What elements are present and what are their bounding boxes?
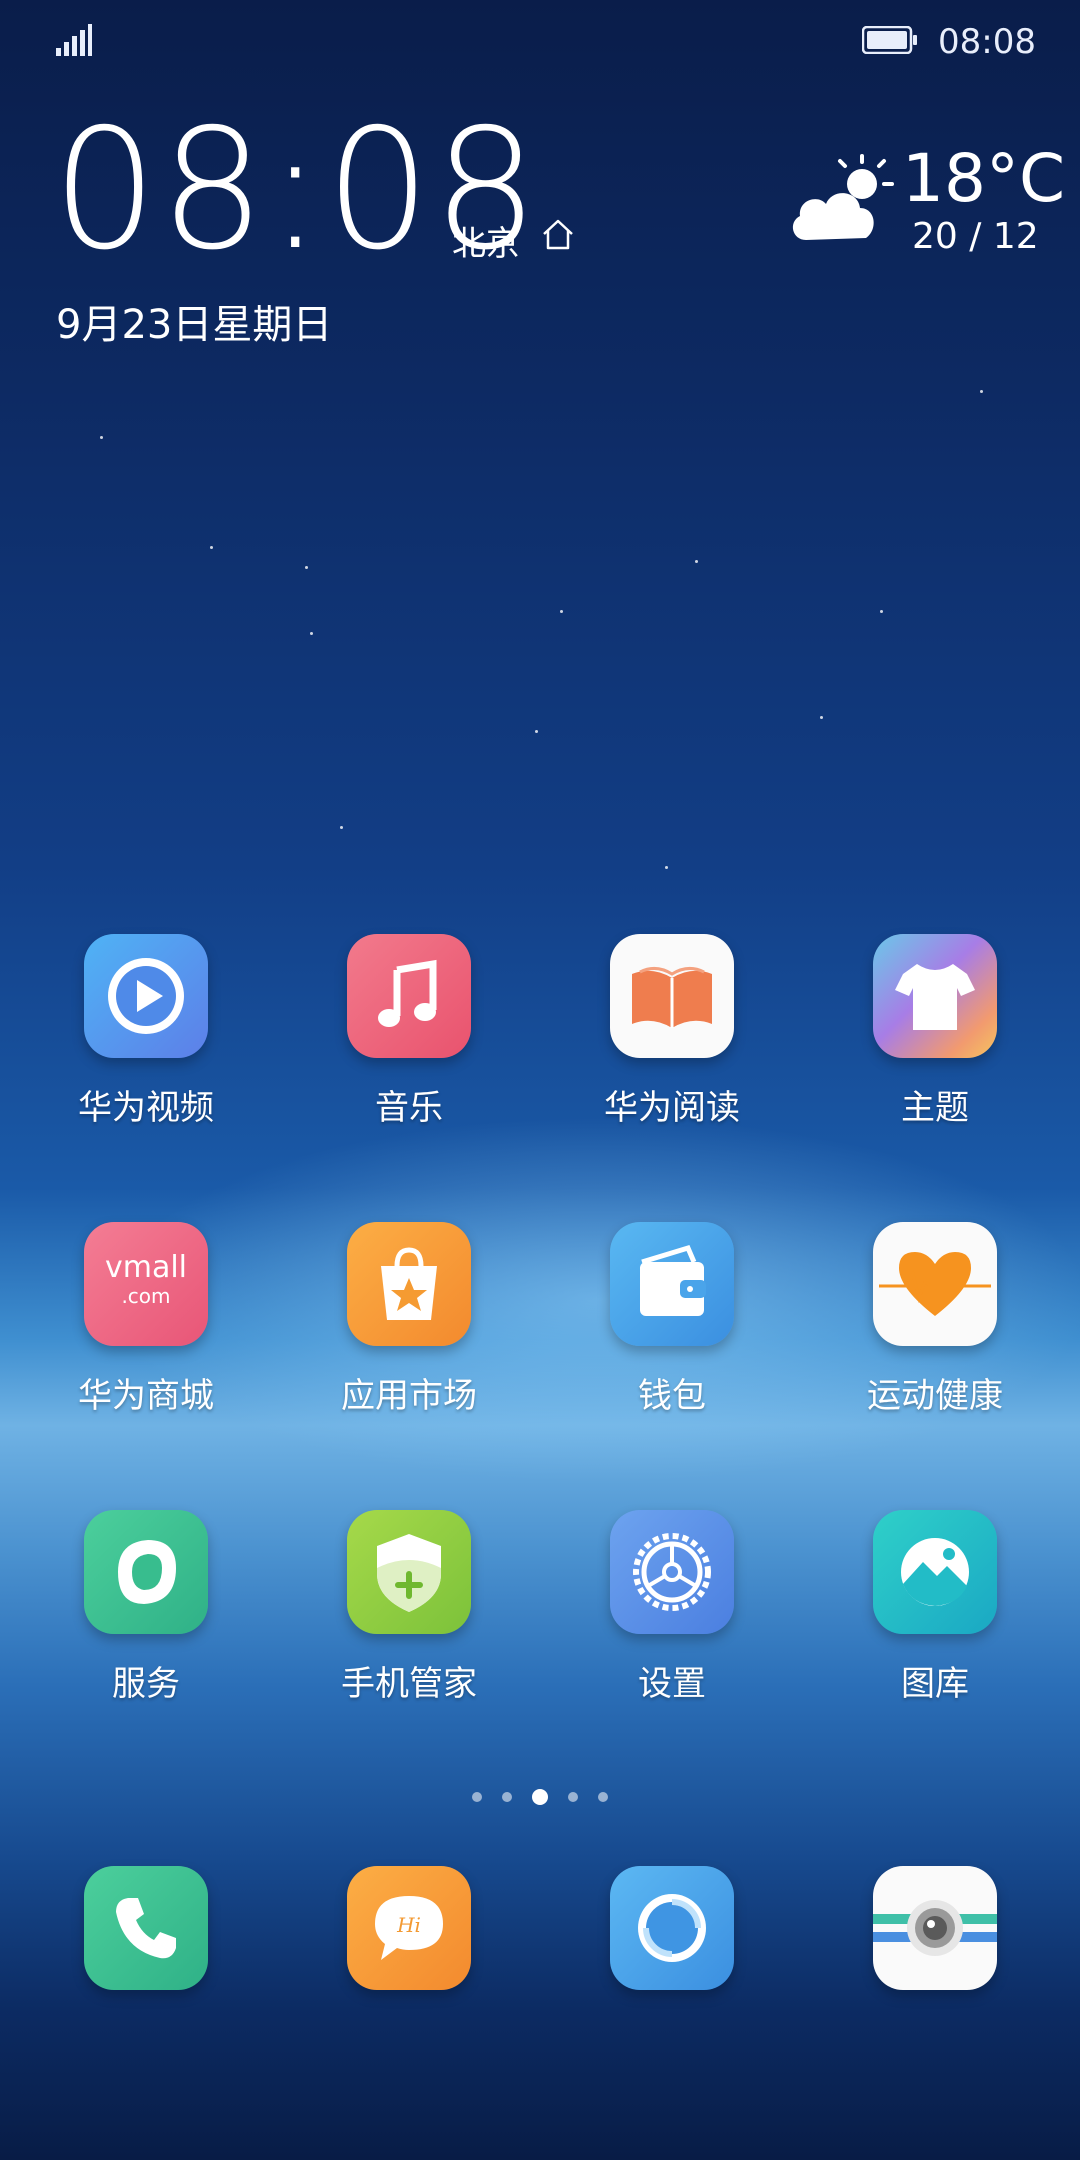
video-icon <box>108 958 184 1034</box>
camera-icon <box>873 1900 997 1956</box>
heart-pulse-icon <box>879 1252 991 1316</box>
app-music[interactable]: 音乐 <box>309 934 509 1129</box>
shopping-bag-icon <box>381 1247 437 1320</box>
wallet-icon <box>640 1244 706 1316</box>
service-icon <box>118 1540 176 1604</box>
date-label: 9月23日星期日 <box>56 302 333 348</box>
tshirt-icon <box>895 964 975 1030</box>
dock-phone[interactable] <box>46 1866 246 1990</box>
app-gallery[interactable]: 图库 <box>835 1510 1035 1705</box>
shield-icon <box>377 1534 441 1612</box>
page-dot[interactable] <box>472 1791 482 1802</box>
app-app-gallery[interactable]: 应用市场 <box>309 1222 509 1417</box>
app-huawei-reader[interactable]: 华为阅读 <box>572 934 772 1129</box>
dock-messages[interactable]: Hi <box>309 1866 509 1990</box>
gallery-icon <box>901 1538 969 1606</box>
temperature: 18°C <box>902 140 1066 217</box>
dock-browser[interactable] <box>572 1866 772 1990</box>
book-icon <box>632 967 712 1028</box>
messages-icon: Hi <box>375 1896 443 1960</box>
app-health[interactable]: 运动健康 <box>835 1222 1035 1417</box>
city-label: 北京 <box>452 224 520 264</box>
home-icon <box>543 219 573 250</box>
page-indicator[interactable] <box>0 1786 1080 1805</box>
page-dot[interactable] <box>568 1791 578 1802</box>
app-huawei-video[interactable]: 华为视频 <box>46 934 246 1129</box>
temperature-range: 20 / 12 <box>912 216 1039 257</box>
vmall-icon: vmall .com <box>104 1250 188 1309</box>
page-dot[interactable] <box>502 1791 512 1802</box>
phone-icon <box>116 1898 176 1959</box>
signal-icon <box>56 24 92 56</box>
status-time: 08:08 <box>938 22 1036 62</box>
gear-icon <box>633 1533 711 1611</box>
app-settings[interactable]: 设置 <box>572 1510 772 1705</box>
battery-icon <box>862 26 917 54</box>
browser-icon <box>638 1894 706 1962</box>
app-phone-manager[interactable]: 手机管家 <box>309 1510 509 1705</box>
app-wallet[interactable]: 钱包 <box>572 1222 772 1417</box>
app-services[interactable]: 服务 <box>46 1510 246 1705</box>
page-dot-active[interactable] <box>532 1788 548 1805</box>
dock-camera[interactable] <box>835 1866 1035 1990</box>
app-themes[interactable]: 主题 <box>835 934 1035 1129</box>
partly-cloudy-icon <box>792 154 894 240</box>
music-icon <box>378 959 437 1027</box>
status-bar: 08:08 <box>0 18 1080 62</box>
page-dot[interactable] <box>598 1791 608 1802</box>
messages-hi-text: Hi <box>396 1913 421 1937</box>
app-vmall[interactable]: vmall .com 华为商城 <box>46 1222 246 1417</box>
